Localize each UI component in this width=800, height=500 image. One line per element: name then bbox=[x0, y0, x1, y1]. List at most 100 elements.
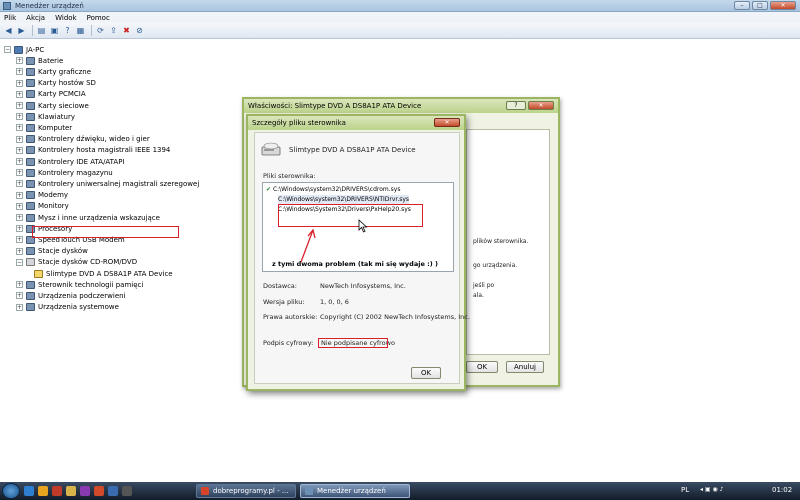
tree-category-item[interactable]: + Kontrolery hosta magistrali IEEE 1394 bbox=[16, 145, 170, 156]
quicklaunch-icon[interactable] bbox=[80, 486, 90, 496]
tree-category-item[interactable]: + Kontrolery uniwersalnej magistrali szer… bbox=[16, 178, 199, 189]
ie-icon[interactable] bbox=[24, 486, 34, 496]
menu-pomoc[interactable]: Pomoc bbox=[87, 14, 110, 22]
maximize-button[interactable]: □ bbox=[752, 1, 768, 10]
tree-item-label: Monitory bbox=[38, 202, 69, 211]
tree-item-label: Sterownik technologii pamięci bbox=[38, 280, 144, 289]
device-manager-icon bbox=[305, 487, 313, 495]
update-driver-icon[interactable]: ⇪ bbox=[108, 25, 119, 36]
uninstall-icon[interactable]: ✖ bbox=[121, 25, 132, 36]
clock[interactable]: 01:02 bbox=[772, 486, 792, 494]
expand-icon[interactable]: + bbox=[16, 236, 23, 244]
task-browser[interactable]: dobreprogramy.pl - ... bbox=[196, 484, 296, 498]
properties-icon[interactable]: ▣ bbox=[49, 25, 60, 36]
tree-category-item[interactable]: + Komputer bbox=[16, 122, 72, 133]
file-icon: ✔ bbox=[266, 186, 272, 193]
problem-files-highlight bbox=[278, 204, 423, 227]
disable-icon[interactable]: ⊘ bbox=[134, 25, 145, 36]
tree-category-item[interactable]: + Modemy bbox=[16, 190, 68, 201]
tree-device-item[interactable]: Slimtype DVD A DS8A1P ATA Device bbox=[34, 268, 173, 279]
expand-icon[interactable]: + bbox=[16, 281, 23, 289]
properties-cancel-button[interactable]: Anuluj bbox=[506, 361, 544, 373]
help-button[interactable]: ? bbox=[506, 101, 526, 110]
tree-category-item[interactable]: + Karty PCMCIA bbox=[16, 89, 86, 100]
minimize-button[interactable]: – bbox=[734, 1, 750, 10]
driver-files-list[interactable]: ✔ C:\Windows\system32\DRIVERS\cdrom.sys … bbox=[262, 182, 454, 272]
tree-category-item[interactable]: + Kontrolery magazynu bbox=[16, 167, 113, 178]
properties-ok-button[interactable]: OK bbox=[466, 361, 498, 373]
device-category-icon bbox=[26, 135, 35, 144]
scan-hardware-icon[interactable]: ⟳ bbox=[95, 25, 106, 36]
explorer-icon[interactable] bbox=[38, 486, 48, 496]
task-device-manager[interactable]: Menedżer urządzeń bbox=[300, 484, 410, 498]
expand-icon[interactable]: + bbox=[16, 303, 23, 311]
collapse-icon[interactable]: − bbox=[16, 258, 23, 266]
tree-category-item[interactable]: − Stacje dysków CD-ROM/DVD bbox=[16, 257, 137, 268]
folder-icon[interactable] bbox=[66, 486, 76, 496]
expand-icon[interactable]: + bbox=[16, 90, 23, 98]
menu-akcja[interactable]: Akcja bbox=[26, 14, 45, 22]
help-icon[interactable]: ? bbox=[62, 25, 73, 36]
quicklaunch-icon[interactable] bbox=[94, 486, 104, 496]
details-ok-button[interactable]: OK bbox=[411, 367, 441, 379]
expand-icon[interactable]: + bbox=[16, 146, 23, 154]
tree-category-item[interactable]: + Klawiatury bbox=[16, 111, 75, 122]
expand-icon[interactable]: + bbox=[16, 124, 23, 132]
tree-category-item[interactable]: + Stacje dysków bbox=[16, 246, 88, 257]
device-category-icon bbox=[26, 79, 35, 88]
media-player-icon[interactable] bbox=[52, 486, 62, 496]
expand-icon[interactable]: + bbox=[16, 180, 23, 188]
tree-root[interactable]: − JA-PC bbox=[4, 44, 44, 55]
expand-icon[interactable]: + bbox=[16, 225, 23, 233]
tree-root-label: JA-PC bbox=[26, 45, 45, 54]
quicklaunch-icon[interactable] bbox=[108, 486, 118, 496]
expand-icon[interactable]: + bbox=[16, 191, 23, 199]
tree-category-item[interactable]: + Mysz i inne urządzenia wskazujące bbox=[16, 212, 160, 223]
tree-view-icon[interactable]: ▤ bbox=[36, 25, 47, 36]
menu-plik[interactable]: Plik bbox=[4, 14, 16, 22]
expand-icon[interactable]: + bbox=[16, 113, 23, 121]
back-arrow-icon[interactable]: ◀ bbox=[3, 25, 14, 36]
annotation-arrow bbox=[300, 228, 316, 263]
expand-icon[interactable]: + bbox=[16, 158, 23, 165]
device-category-icon bbox=[26, 157, 35, 166]
tree-category-item[interactable]: + Karty hostów SD bbox=[16, 78, 96, 89]
expand-icon[interactable]: + bbox=[16, 247, 23, 255]
window-title: Menedżer urządzeń bbox=[15, 1, 84, 10]
tree-category-item[interactable]: + Urządzenia podczerwieni bbox=[16, 290, 126, 301]
version-label: Wersja pliku: bbox=[263, 298, 305, 306]
tree-category-item[interactable]: + Baterie bbox=[16, 55, 63, 66]
driver-file-item[interactable]: C:\Windows\system32\DRIVERS\NTIDrvr.sys bbox=[278, 195, 410, 204]
properties-close-button[interactable]: ✕ bbox=[528, 101, 554, 110]
properties-text-fragment: ala. bbox=[473, 292, 484, 299]
expand-icon[interactable]: + bbox=[16, 79, 23, 87]
expand-icon[interactable]: + bbox=[16, 102, 23, 109]
tree-category-item[interactable]: + Karty graficzne bbox=[16, 66, 91, 77]
forward-arrow-icon[interactable]: ▶ bbox=[16, 25, 27, 36]
expand-icon[interactable]: + bbox=[16, 68, 23, 76]
tree-category-item[interactable]: + Sterownik technologii pamięci bbox=[16, 279, 143, 290]
tree-category-item[interactable]: + Kontrolery dźwięku, wideo i gier bbox=[16, 134, 150, 145]
close-button[interactable]: ✕ bbox=[770, 1, 796, 10]
copyright-value: Copyright (C) 2002 NewTech Infosystems, … bbox=[320, 313, 470, 321]
tree-category-item[interactable]: + Urządzenia systemowe bbox=[16, 302, 119, 313]
expand-icon[interactable]: + bbox=[16, 57, 23, 65]
quicklaunch-icon[interactable] bbox=[122, 486, 132, 496]
expand-icon[interactable]: + bbox=[16, 292, 23, 300]
collapse-icon[interactable]: − bbox=[4, 46, 11, 53]
expand-icon[interactable]: + bbox=[16, 169, 23, 177]
menu-widok[interactable]: Widok bbox=[55, 14, 77, 22]
expand-icon[interactable]: + bbox=[16, 214, 23, 221]
signature-label: Podpis cyfrowy: bbox=[263, 339, 314, 347]
tree-category-item[interactable]: + Karty sieciowe bbox=[16, 100, 89, 111]
tree-category-item[interactable]: + Monitory bbox=[16, 201, 69, 212]
expand-icon[interactable]: + bbox=[16, 202, 23, 210]
tray-icons[interactable]: ◂ ▣ ◉ ♪ bbox=[700, 486, 723, 493]
tree-category-item[interactable]: + Kontrolery IDE ATA/ATAPI bbox=[16, 156, 125, 167]
language-indicator[interactable]: PL bbox=[681, 486, 689, 494]
expand-icon[interactable]: + bbox=[16, 135, 23, 143]
driver-file-item[interactable]: ✔ C:\Windows\system32\DRIVERS\cdrom.sys bbox=[266, 185, 400, 194]
drivers-icon[interactable]: ▦ bbox=[75, 25, 86, 36]
details-close-button[interactable]: ✕ bbox=[434, 118, 460, 127]
start-button[interactable] bbox=[2, 483, 20, 499]
